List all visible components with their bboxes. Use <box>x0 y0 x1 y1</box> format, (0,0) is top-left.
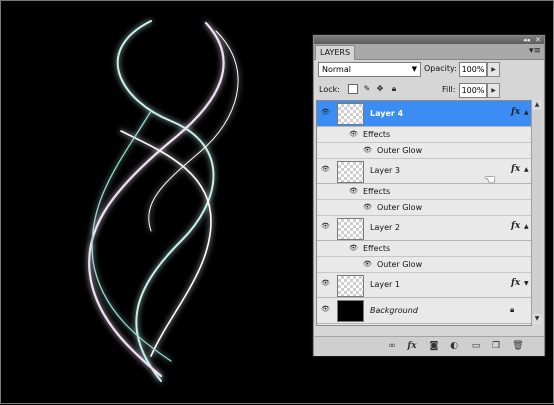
layer-name: Background <box>370 306 418 315</box>
layer-row-layer-1[interactable]: 👁︎ Layer 1 fx ▼ <box>317 273 531 298</box>
layer-list: 👁︎ Layer 4 fx ▲ 👁︎ Effects 👁︎ Outer Glow… <box>316 100 532 326</box>
layer-name: Layer 2 <box>370 223 400 232</box>
panel-menu-icon[interactable]: ▾≡ <box>529 45 541 57</box>
effects-label: Effects <box>363 130 391 139</box>
mask-icon[interactable]: ◙ <box>428 340 440 352</box>
light-streak-4 <box>91 110 172 362</box>
layer-row-layer-3[interactable]: 👁︎ Layer 3 fx ▲ <box>317 159 531 184</box>
light-streak-2 <box>88 21 225 378</box>
layer-thumbnail <box>337 103 364 125</box>
fill-slider-arrow[interactable]: ▶ <box>487 83 500 98</box>
light-streak-3 <box>120 130 212 357</box>
layer-row-layer-4[interactable]: 👁︎ Layer 4 fx ▲ <box>317 101 531 127</box>
lock-move-icon[interactable]: ✥ <box>375 84 385 94</box>
chevron-down-icon: ▼ <box>411 65 417 73</box>
effects-row[interactable]: 👁︎ Effects <box>317 127 531 143</box>
layer-name: Layer 3 <box>370 166 400 175</box>
blend-mode-select[interactable]: Normal ▼ <box>318 62 421 77</box>
layer-thumbnail <box>337 218 364 240</box>
effects-label: Effects <box>363 187 391 196</box>
opacity-field[interactable]: 100% <box>459 62 487 77</box>
window-frame: ◂◂ ✕ LAYERS ▾≡ Normal ▼ Opacity: 100% ▶ … <box>0 0 554 404</box>
eye-icon[interactable]: 👁︎ <box>321 165 330 173</box>
fx-icon[interactable]: fx <box>511 164 520 174</box>
folder-icon[interactable]: ▭ <box>470 340 482 352</box>
fx-icon[interactable]: fx <box>511 221 520 231</box>
eye-icon[interactable]: 👁︎ <box>321 305 330 313</box>
lock-paint-icon[interactable]: ✎ <box>362 84 372 94</box>
canvas-artwork <box>88 20 239 382</box>
layer-row-background[interactable]: 👁︎ Background 🔒︎ <box>317 298 531 324</box>
expand-arrow-icon[interactable]: ▲ <box>524 109 529 116</box>
trash-icon[interactable]: 🗑︎ <box>512 340 524 352</box>
fill-field[interactable]: 100% <box>459 83 487 98</box>
eye-icon[interactable]: 👁︎ <box>321 279 330 287</box>
adjustment-icon[interactable]: ◐ <box>448 340 460 352</box>
layer-thumbnail <box>337 161 364 183</box>
eye-icon[interactable]: 👁︎ <box>349 184 358 199</box>
eye-icon[interactable]: 👁︎ <box>349 241 358 256</box>
lock-label: Lock: <box>319 85 340 94</box>
effect-name: Outer Glow <box>377 260 423 269</box>
effect-row-outer-glow[interactable]: 👁︎ Outer Glow <box>317 200 531 216</box>
hand-cursor-icon: ☚ <box>484 173 496 188</box>
expand-arrow-icon[interactable]: ▲ <box>524 223 529 230</box>
eye-icon[interactable]: 👁︎ <box>363 143 372 158</box>
eye-icon[interactable]: 👁︎ <box>321 108 330 116</box>
scroll-up-icon[interactable]: ▲ <box>532 100 542 110</box>
light-streak-5 <box>148 30 239 232</box>
lock-all-icon[interactable]: 🔒︎ <box>389 84 399 94</box>
fx-icon[interactable]: fx <box>511 107 520 117</box>
layer-name: Layer 4 <box>370 109 404 118</box>
lock-icon: 🔒︎ <box>510 305 515 314</box>
panel-title-bar[interactable]: ◂◂ ✕ <box>314 36 544 44</box>
layers-panel: ◂◂ ✕ LAYERS ▾≡ Normal ▼ Opacity: 100% ▶ … <box>313 35 545 356</box>
panel-bottom-toolbar: ∞ fx ◙ ◐ ▭ ❐ 🗑︎ <box>314 336 544 356</box>
layer-thumbnail <box>337 275 364 297</box>
effect-name: Outer Glow <box>377 146 423 155</box>
effect-row-outer-glow[interactable]: 👁︎ Outer Glow <box>317 257 531 273</box>
collapse-arrow-icon[interactable]: ▼ <box>524 280 529 287</box>
panel-tab-row: LAYERS ▾≡ <box>314 44 544 60</box>
effect-row-outer-glow[interactable]: 👁︎ Outer Glow <box>317 143 531 159</box>
eye-icon[interactable]: 👁︎ <box>363 200 372 215</box>
effect-name: Outer Glow <box>377 203 423 212</box>
fx-icon[interactable]: fx <box>511 278 520 288</box>
fx-icon[interactable]: fx <box>406 340 418 352</box>
layer-row-layer-2[interactable]: 👁︎ Layer 2 fx ▲ <box>317 216 531 241</box>
eye-icon[interactable]: 👁︎ <box>363 257 372 272</box>
layer-name: Layer 1 <box>370 280 400 289</box>
scroll-down-icon[interactable]: ▼ <box>532 314 542 324</box>
eye-icon[interactable]: 👁︎ <box>321 222 330 230</box>
layer-thumbnail <box>337 300 364 322</box>
layer-list-scrollbar[interactable]: ▲ ▼ <box>531 100 542 324</box>
opacity-label: Opacity: <box>424 64 457 73</box>
effects-label: Effects <box>363 244 391 253</box>
expand-arrow-icon[interactable]: ▲ <box>524 166 529 173</box>
effects-row[interactable]: 👁︎ Effects <box>317 184 531 200</box>
eye-icon[interactable]: 👁︎ <box>349 127 358 142</box>
double-chevron-icon[interactable]: ◂◂ <box>523 36 530 44</box>
link-icon[interactable]: ∞ <box>386 340 398 352</box>
fill-label: Fill: <box>442 85 456 94</box>
blend-mode-value: Normal <box>322 65 351 74</box>
effects-row[interactable]: 👁︎ Effects <box>317 241 531 257</box>
close-icon[interactable]: ✕ <box>535 36 541 44</box>
lock-transparent-icon[interactable] <box>348 84 358 94</box>
opacity-slider-arrow[interactable]: ▶ <box>487 62 500 77</box>
new-layer-icon[interactable]: ❐ <box>490 340 502 352</box>
tab-layers[interactable]: LAYERS <box>315 45 356 60</box>
